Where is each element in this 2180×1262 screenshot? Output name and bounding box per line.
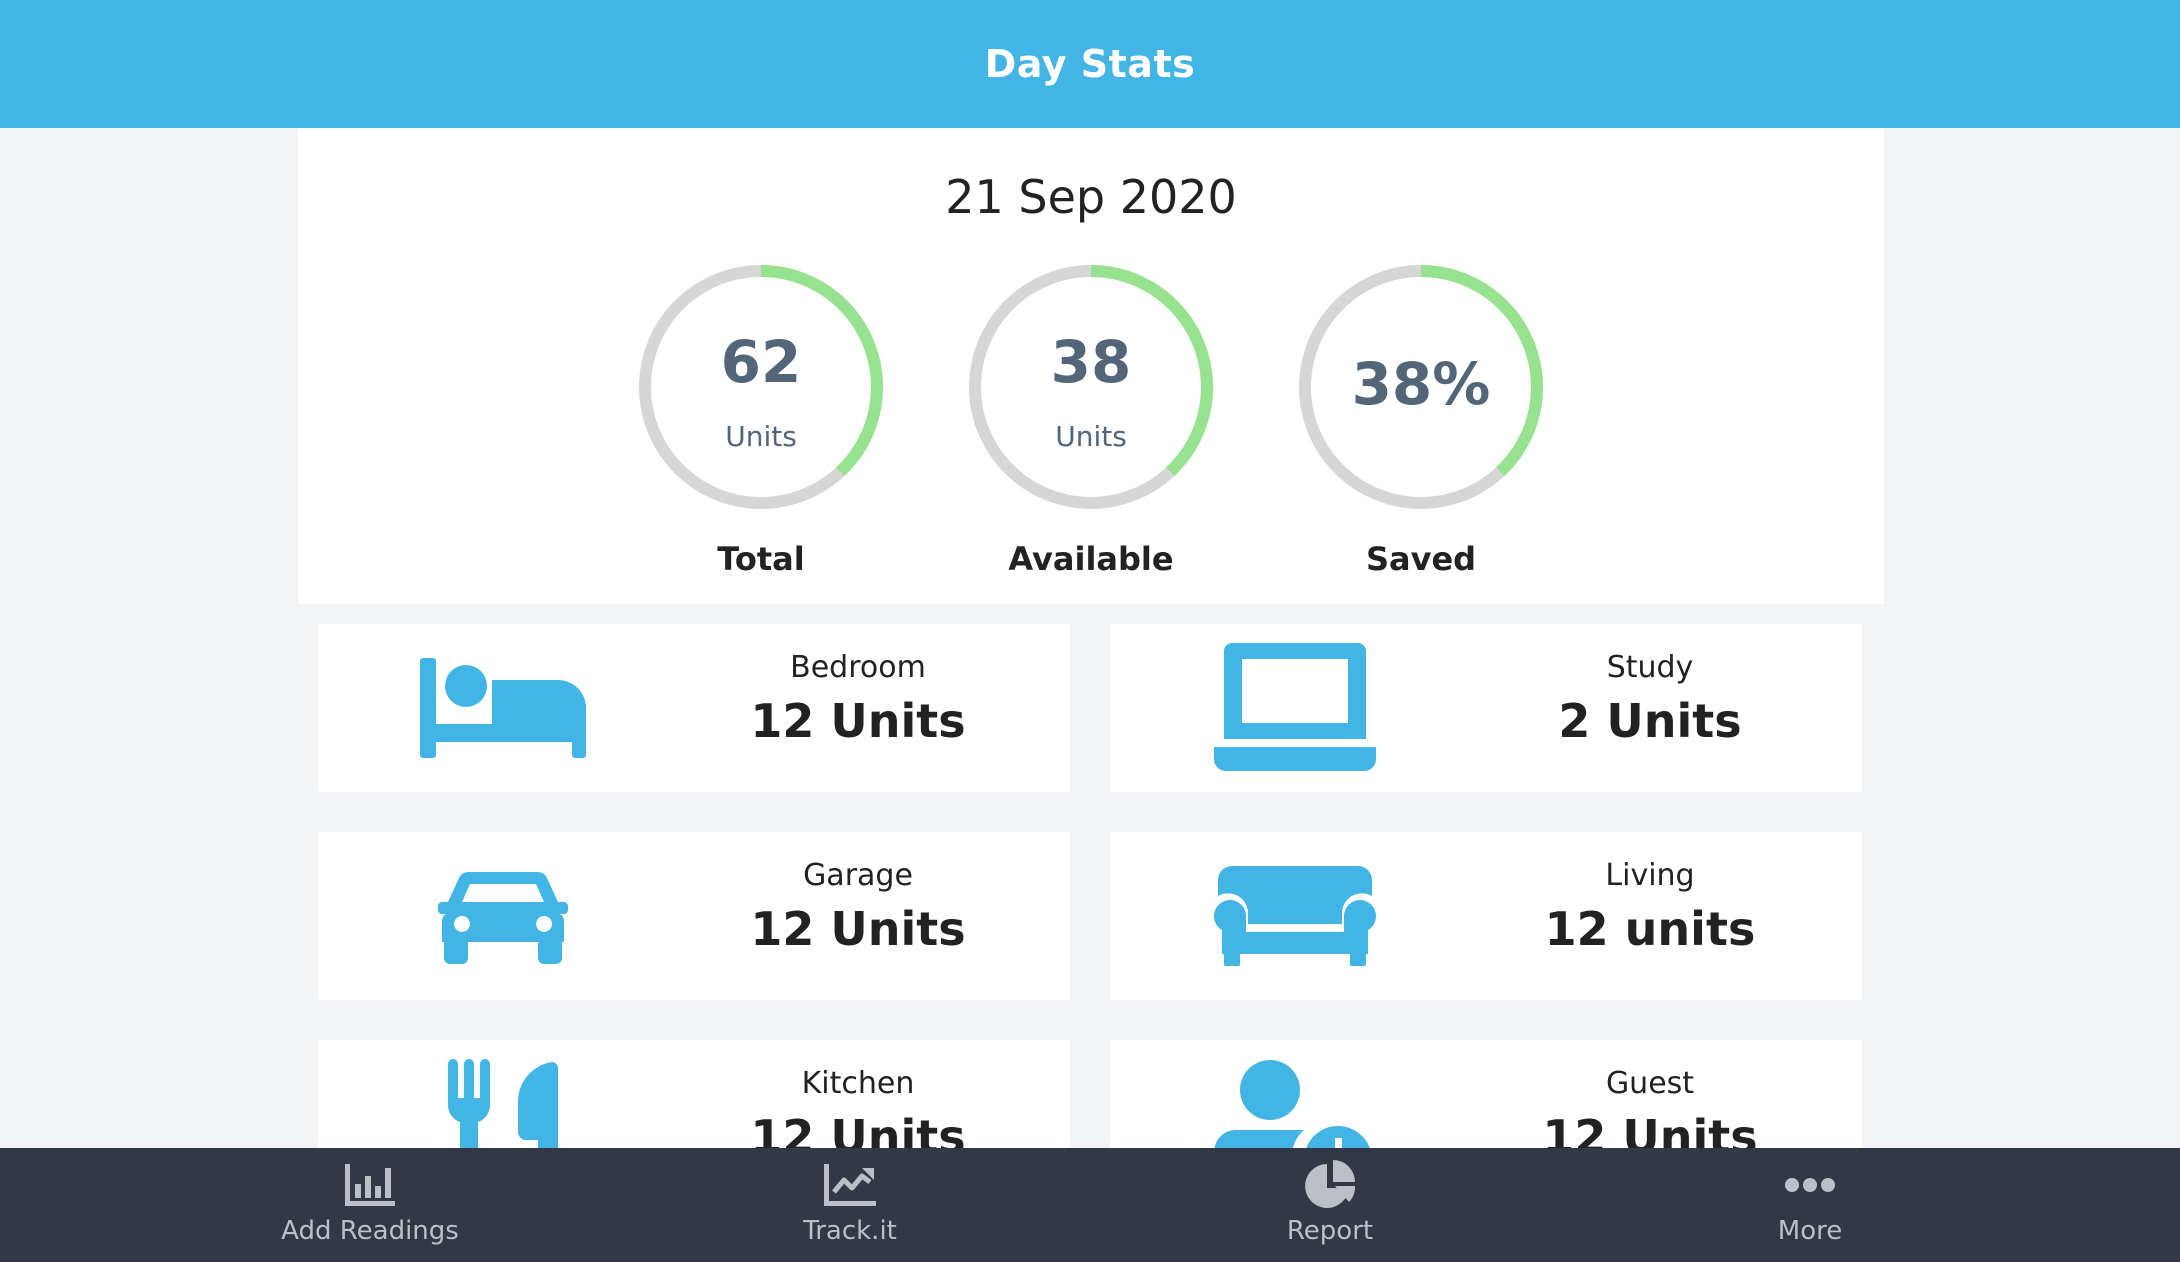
- room-card-garage[interactable]: Garage 12 Units: [318, 832, 1070, 1000]
- stat-available: 38 Units Available: [966, 262, 1216, 582]
- stat-value: 62: [720, 328, 802, 396]
- bar-chart-icon: [220, 1158, 520, 1212]
- room-name: Garage: [803, 858, 913, 893]
- tab-report[interactable]: Report: [1180, 1148, 1480, 1262]
- stat-label: Saved: [1365, 540, 1477, 578]
- stat-value: 38%: [1351, 350, 1491, 418]
- stat-label: Available: [1008, 540, 1174, 578]
- bed-icon: [418, 638, 588, 778]
- stat-unit: Units: [725, 420, 797, 453]
- room-value: 12 units: [1544, 902, 1756, 956]
- stat-unit: Units: [1055, 420, 1127, 453]
- stat-value: 38: [1050, 328, 1132, 396]
- pie-chart-icon: [1180, 1158, 1480, 1212]
- couch-icon: [1210, 846, 1380, 986]
- room-value: 12 Units: [750, 694, 966, 748]
- page-title: Day Stats: [984, 42, 1196, 86]
- room-name: Study: [1606, 650, 1694, 685]
- room-name: Kitchen: [801, 1066, 915, 1101]
- summary-panel: 21 Sep 2020 62 Units Total 38 Units Avai…: [298, 128, 1884, 604]
- room-card-study[interactable]: Study 2 Units: [1110, 624, 1862, 792]
- bottom-tab-bar: Add Readings Track.it Report More: [0, 1148, 2180, 1262]
- tab-label: Track.it: [803, 1216, 897, 1246]
- tab-track-it[interactable]: Track.it: [700, 1148, 1000, 1262]
- room-card-living[interactable]: Living 12 units: [1110, 832, 1862, 1000]
- summary-date[interactable]: 21 Sep 2020: [298, 170, 1884, 224]
- stat-label: Total: [717, 540, 805, 578]
- room-name: Living: [1605, 858, 1695, 893]
- app-header: Day Stats: [0, 0, 2180, 128]
- laptop-icon: [1210, 638, 1380, 778]
- stat-total: 62 Units Total: [636, 262, 886, 582]
- room-name: Guest: [1605, 1066, 1695, 1101]
- stat-saved: 38% Saved: [1296, 262, 1546, 582]
- room-card-kitchen[interactable]: Kitchen 12 Units: [318, 1040, 1070, 1178]
- tab-label: Report: [1286, 1216, 1374, 1246]
- tab-add-readings[interactable]: Add Readings: [220, 1148, 520, 1262]
- room-name: Bedroom: [790, 650, 926, 685]
- more-dots-icon: [1660, 1158, 1960, 1212]
- tab-label: More: [1777, 1216, 1843, 1246]
- room-card-guest[interactable]: Guest 12 Units: [1110, 1040, 1862, 1180]
- room-value: 12 Units: [750, 902, 966, 956]
- line-chart-icon: [700, 1158, 1000, 1212]
- tab-label: Add Readings: [281, 1216, 459, 1246]
- room-card-bedroom[interactable]: Bedroom 12 Units: [318, 624, 1070, 792]
- car-icon: [418, 846, 588, 986]
- tab-more[interactable]: More: [1660, 1148, 1960, 1262]
- room-value: 2 Units: [1558, 694, 1742, 748]
